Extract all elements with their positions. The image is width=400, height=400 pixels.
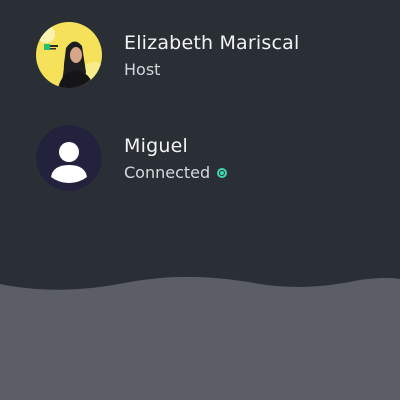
bottom-panel xyxy=(0,276,400,400)
participant-name: Miguel xyxy=(124,134,188,157)
participant-role: Host xyxy=(124,59,161,79)
host-info: Elizabeth Mariscal Host xyxy=(124,31,299,80)
guest-info: Miguel Connected xyxy=(124,134,228,183)
guest-avatar xyxy=(36,125,102,191)
participant-guest[interactable]: Miguel Connected xyxy=(36,125,228,191)
participants-screen: Elizabeth Mariscal Host Miguel Connected xyxy=(0,0,400,400)
connected-dot-icon xyxy=(217,167,228,178)
participant-name: Elizabeth Mariscal xyxy=(124,31,300,54)
participant-status: Connected xyxy=(124,162,211,182)
default-person-icon xyxy=(36,125,102,191)
participant-status-row: Connected xyxy=(124,162,228,183)
host-avatar xyxy=(36,22,102,88)
host-photo-icon xyxy=(36,22,102,88)
participant-host[interactable]: Elizabeth Mariscal Host xyxy=(36,22,299,88)
